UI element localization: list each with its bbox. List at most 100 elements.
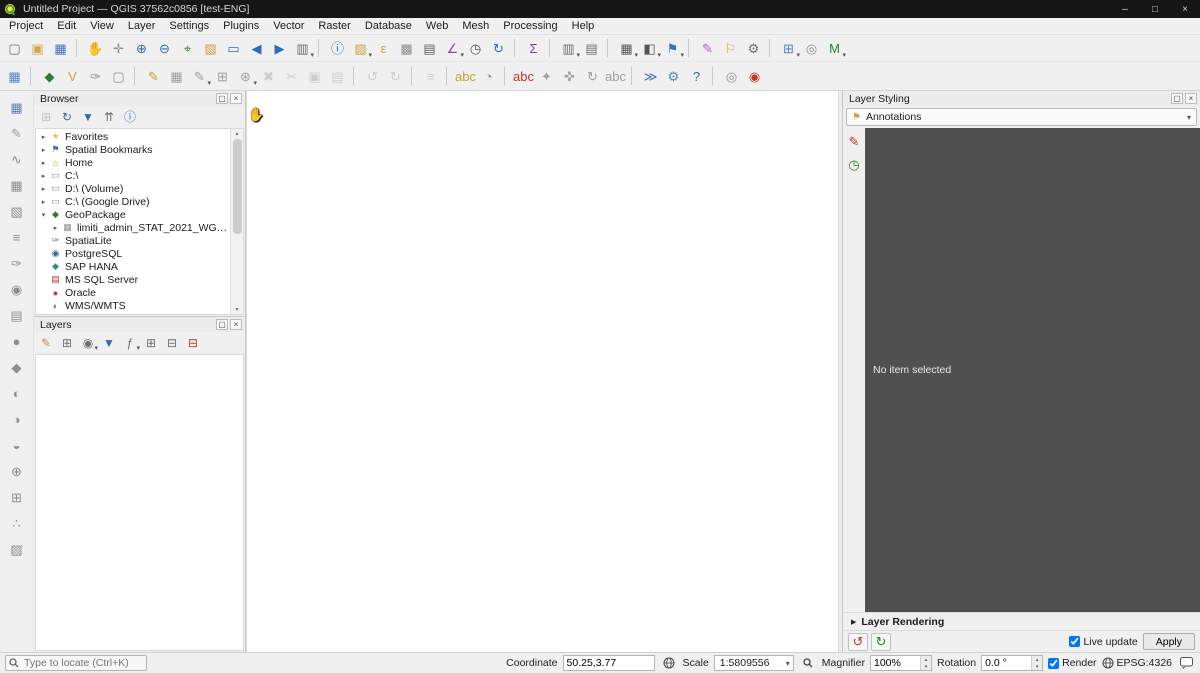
styling-close-button[interactable]: × — [1185, 93, 1197, 104]
menu-web[interactable]: Web — [419, 19, 455, 33]
tree-expand-icon[interactable]: ▸ — [38, 146, 49, 154]
browser-item-home[interactable]: ▸ ⌂ Home — [36, 156, 230, 169]
crs-button[interactable]: EPSG:4326 — [1102, 657, 1172, 669]
render-checkbox[interactable]: Render — [1048, 657, 1096, 669]
rotate-label[interactable]: ↻ — [581, 65, 604, 88]
new-shapefile-layer[interactable]: V — [61, 65, 84, 88]
add-feature[interactable]: ⊞ — [211, 65, 234, 88]
add-virtual-layer[interactable]: ▨ — [5, 537, 29, 561]
spin-up-icon[interactable]: ▴ — [1032, 656, 1042, 663]
menu-processing[interactable]: Processing — [496, 19, 564, 33]
menu-edit[interactable]: Edit — [50, 19, 83, 33]
data-source-manager[interactable]: ▦ — [5, 95, 29, 119]
refresh-map[interactable]: ↻ — [487, 37, 510, 60]
new-project[interactable]: ▢ — [3, 37, 26, 60]
help-contents[interactable]: ? — [685, 65, 708, 88]
layers-close-button[interactable]: × — [230, 319, 242, 330]
osm-place-search[interactable]: ◎ — [720, 65, 743, 88]
manage-map-themes[interactable]: ◉▾ — [78, 333, 98, 353]
magnifier-icon-button[interactable] — [799, 655, 817, 671]
browser-refresh[interactable]: ↻ — [57, 107, 77, 127]
spin-down-icon[interactable]: ▾ — [1032, 663, 1042, 670]
add-raster-layer[interactable]: ▦ — [5, 173, 29, 197]
remove-layer-group[interactable]: ⊟ — [183, 333, 203, 353]
magnifier-input[interactable] — [871, 657, 920, 669]
modify-attributes-of-selected-features[interactable]: ≡ — [419, 65, 442, 88]
menu-mesh[interactable]: Mesh — [455, 19, 496, 33]
pan-map-to-selection[interactable]: ✛ — [107, 37, 130, 60]
browser-item-wms-wmts[interactable]: ◐ WMS/WMTS — [36, 299, 230, 312]
browser-item-gpkg-file[interactable]: ▸ ▦ limiti_admin_STAT_2021_WGS84.gpkg — [36, 221, 230, 234]
open-project[interactable]: ▣ — [26, 37, 49, 60]
identify-features[interactable]: ⓘ — [326, 37, 349, 60]
menu-layer[interactable]: Layer — [121, 19, 163, 33]
close-button[interactable]: × — [1170, 0, 1200, 18]
copy-features[interactable]: ▣ — [303, 65, 326, 88]
open-data-source-manager[interactable]: ▦ — [3, 65, 26, 88]
tree-expand-icon[interactable]: ▸ — [38, 159, 49, 167]
add-postgis-layer[interactable]: ◉ — [5, 277, 29, 301]
tree-expand-icon[interactable]: ▸ — [38, 198, 49, 206]
styling-tab-history[interactable]: ◷ — [844, 154, 864, 174]
browser-collapse-all[interactable]: ⇈ — [99, 107, 119, 127]
messages-button[interactable] — [1177, 657, 1195, 669]
save-project[interactable]: ▦ — [49, 37, 72, 60]
processing-toolbox[interactable]: ⚙ — [662, 65, 685, 88]
menu-view[interactable]: View — [83, 19, 121, 33]
add-mesh-layer[interactable]: ▧ — [5, 199, 29, 223]
scroll-down-icon[interactable]: ▾ — [235, 305, 238, 314]
open-attribute-table[interactable]: ▤ — [418, 37, 441, 60]
add-mssql-layer[interactable]: ▤ — [5, 303, 29, 327]
show-layout-manager[interactable]: ▤ — [580, 37, 603, 60]
change-label-properties[interactable]: abc — [604, 65, 627, 88]
add-wms-layer[interactable]: ◐ — [5, 381, 29, 405]
tree-expand-icon[interactable]: ▸ — [38, 133, 49, 141]
measure-line[interactable]: ∠▾ — [441, 37, 464, 60]
browser-item-oracle[interactable]: ● Oracle — [36, 286, 230, 299]
add-spatialite-layer[interactable]: ✑ — [5, 251, 29, 275]
coordinate-input[interactable] — [563, 655, 655, 671]
styling-float-button[interactable]: ▢ — [1171, 93, 1183, 104]
toggle-editing[interactable]: ✎ — [142, 65, 165, 88]
browser-item-spatialite[interactable]: ✑ SpatiaLite — [36, 234, 230, 247]
new-3d-map-view[interactable]: ▦▾ — [615, 37, 638, 60]
menu-settings[interactable]: Settings — [162, 19, 216, 33]
browser-item-favorites[interactable]: ▸ ★ Favorites — [36, 130, 230, 143]
tree-expand-icon[interactable]: ▸ — [38, 185, 49, 193]
add-vector-layer[interactable]: ∿ — [5, 147, 29, 171]
style-manager[interactable]: ✎ — [696, 37, 719, 60]
show-spatial-bookmarks[interactable]: ⚑▾ — [661, 37, 684, 60]
pan-map[interactable]: ✋ — [84, 37, 107, 60]
new-vector-layer[interactable]: ✎ — [5, 121, 29, 145]
save-layer-edits[interactable]: ▦ — [165, 65, 188, 88]
titlebar[interactable]: Untitled Project — QGIS 37562c0856 [test… — [0, 0, 1200, 18]
add-wcs-layer[interactable]: ◑ — [5, 407, 29, 431]
zoom-in[interactable]: ⊕ — [130, 37, 153, 60]
scroll-up-icon[interactable]: ▴ — [235, 129, 238, 138]
add-wfs-layer[interactable]: ◒ — [5, 433, 29, 457]
zoom-last[interactable]: ◀ — [245, 37, 268, 60]
redo-style[interactable]: ↻ — [871, 633, 891, 651]
rotation-spinbox[interactable]: ▴ ▾ — [981, 655, 1043, 671]
menu-database[interactable]: Database — [358, 19, 419, 33]
cut-features[interactable]: ✂ — [280, 65, 303, 88]
add-group[interactable]: ⊞ — [57, 333, 77, 353]
styling-tab-symbology[interactable]: ✎ — [844, 131, 864, 151]
zoom-to-layer[interactable]: ▭ — [222, 37, 245, 60]
move-label[interactable]: ✜ — [558, 65, 581, 88]
python-console[interactable]: ≫ — [639, 65, 662, 88]
zoom-full[interactable]: ⌖ — [176, 37, 199, 60]
open-layer-styling-panel[interactable]: ✎ — [36, 333, 56, 353]
menu-help[interactable]: Help — [565, 19, 602, 33]
tree-expand-icon[interactable]: ▸ — [50, 224, 61, 232]
new-geopackage-layer[interactable]: ◆ — [38, 65, 61, 88]
apply-button[interactable]: Apply — [1143, 633, 1195, 650]
pin-unpin-labels[interactable]: ✦ — [535, 65, 558, 88]
browser-item-c-drive[interactable]: ▸ ▭ C:\ — [36, 169, 230, 182]
browser-float-button[interactable]: ▢ — [216, 93, 228, 104]
collapse-all-layers[interactable]: ⊟ — [162, 333, 182, 353]
add-oracle-layer[interactable]: ● — [5, 329, 29, 353]
browser-filter[interactable]: ▼ — [78, 107, 98, 127]
spin-up-icon[interactable]: ▴ — [921, 656, 931, 663]
deselect-all[interactable]: ▩ — [395, 37, 418, 60]
